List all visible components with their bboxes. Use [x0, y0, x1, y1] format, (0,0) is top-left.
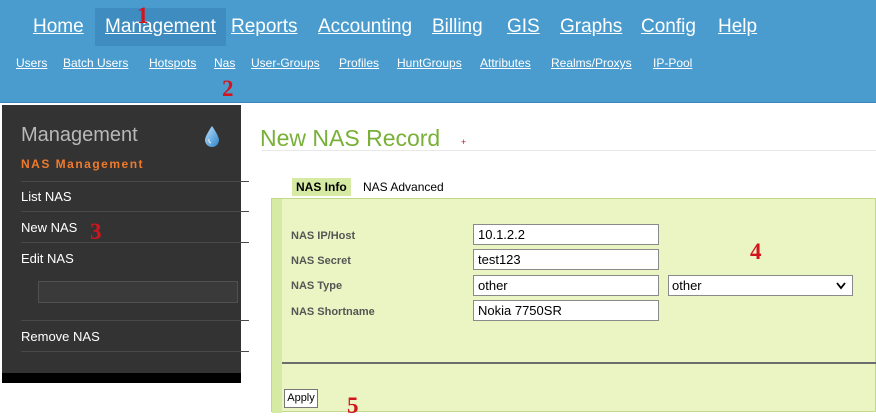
sidebar: Management NAS Management List NAS New N… — [2, 105, 249, 383]
nas-shortname-label: NAS Shortname — [291, 306, 375, 318]
title-divider — [262, 150, 876, 151]
form-divider — [282, 362, 876, 364]
sidebar-divider — [21, 320, 249, 321]
menu-accounting[interactable]: Accounting — [308, 8, 422, 46]
nas-info-form: NAS IP/Host NAS Secret NAS Type other NA… — [271, 198, 876, 413]
sidebar-divider — [21, 351, 249, 352]
menu-billing[interactable]: Billing — [422, 8, 493, 46]
submenu-hotspots[interactable]: Hotspots — [149, 54, 196, 72]
tab-nas-info[interactable]: NAS Info — [292, 178, 351, 196]
sidebar-divider — [21, 211, 249, 212]
tab-nas-advanced[interactable]: NAS Advanced — [359, 178, 448, 196]
menu-graphs[interactable]: Graphs — [550, 8, 632, 46]
sidebar-divider — [21, 242, 249, 243]
nas-type-select-value: other — [672, 278, 702, 293]
top-navigation-bar: Home Management Reports Accounting Billi… — [0, 0, 876, 103]
nas-secret-input[interactable] — [473, 249, 659, 270]
annotation-marker-4: 4 — [750, 239, 762, 264]
form-left-bar — [272, 199, 282, 413]
submenu-ip-pool[interactable]: IP-Pool — [653, 54, 692, 72]
sidebar-item-new-nas[interactable]: New NAS — [21, 220, 227, 235]
annotation-marker-3: 3 — [90, 219, 102, 244]
nas-secret-label: NAS Secret — [291, 255, 351, 267]
annotation-marker-1: 1 — [137, 3, 149, 28]
sidebar-item-edit-nas[interactable]: Edit NAS — [21, 251, 227, 266]
main-menu: Home Management Reports Accounting Billi… — [0, 8, 876, 46]
annotation-marker-5: 5 — [347, 393, 359, 418]
submenu-users[interactable]: Users — [16, 54, 47, 72]
nas-ip-host-label: NAS IP/Host — [291, 230, 356, 242]
edit-nas-input[interactable] — [38, 281, 238, 303]
nas-ip-host-input[interactable] — [473, 224, 659, 245]
sidebar-item-remove-nas[interactable]: Remove NAS — [21, 329, 227, 344]
submenu-profiles[interactable]: Profiles — [339, 54, 379, 72]
sidebar-divider — [21, 181, 249, 182]
chevron-down-icon — [836, 282, 846, 290]
nas-type-select[interactable]: other — [668, 275, 853, 296]
water-drop-icon — [204, 125, 220, 147]
sidebar-subtitle: NAS Management — [21, 157, 145, 171]
sidebar-title: Management — [21, 124, 138, 146]
submenu-realms-proxys[interactable]: Realms/Proxys — [551, 54, 632, 72]
page-title: New NAS Record — [260, 125, 441, 151]
submenu-huntgroups[interactable]: HuntGroups — [397, 54, 462, 72]
title-required-marker: + — [461, 137, 467, 147]
menu-help[interactable]: Help — [708, 8, 767, 46]
apply-button[interactable]: Apply — [284, 389, 318, 408]
submenu-user-groups[interactable]: User-Groups — [251, 54, 320, 72]
annotation-marker-2: 2 — [222, 76, 234, 101]
menu-reports[interactable]: Reports — [221, 8, 308, 46]
submenu-attributes[interactable]: Attributes — [480, 54, 531, 72]
menu-config[interactable]: Config — [631, 8, 706, 46]
submenu-nas[interactable]: Nas — [214, 54, 235, 72]
menu-management[interactable]: Management — [95, 8, 226, 46]
nas-type-label: NAS Type — [291, 280, 343, 292]
menu-home[interactable]: Home — [23, 8, 94, 46]
submenu-batch-users[interactable]: Batch Users — [63, 54, 128, 72]
nas-shortname-input[interactable] — [473, 300, 659, 321]
nas-type-input[interactable] — [473, 275, 659, 296]
sub-menu: Users Batch Users Hotspots Nas User-Grou… — [0, 54, 876, 72]
menu-gis[interactable]: GIS — [497, 8, 550, 46]
sidebar-item-list-nas[interactable]: List NAS — [21, 189, 227, 204]
